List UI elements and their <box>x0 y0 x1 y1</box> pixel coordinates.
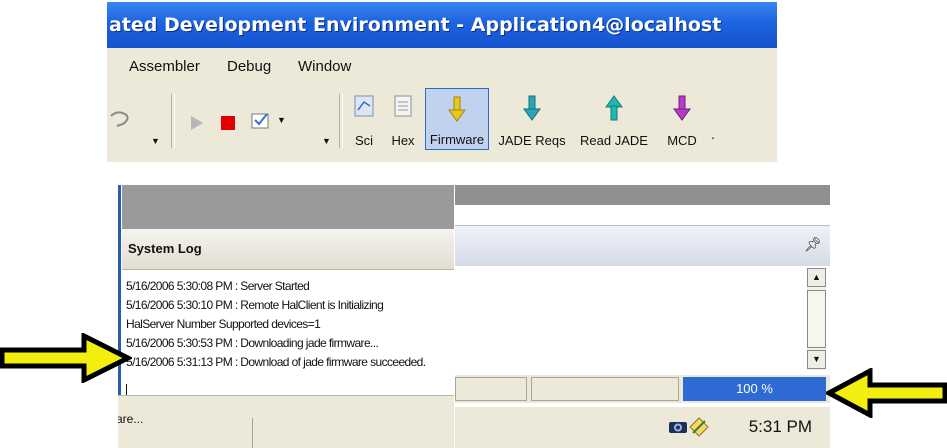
pin-icon[interactable]: 📌︎ <box>804 236 822 253</box>
status-text: vare... <box>118 412 144 426</box>
toolbar-overflow: . <box>711 126 715 142</box>
scroll-thumb[interactable] <box>807 290 826 348</box>
toolbar-separator <box>171 94 175 148</box>
jade-reqs-button[interactable]: JADE Reqs <box>495 88 569 150</box>
hex-button[interactable]: Hex <box>385 88 421 150</box>
progress-label: 100 % <box>736 381 773 396</box>
log-line: HalServer Number Supported devices=1 <box>126 317 321 331</box>
sci-icon <box>354 95 374 117</box>
chevron-down-icon[interactable]: ▼ <box>151 136 160 146</box>
chevron-down-icon[interactable]: ▼ <box>277 115 286 125</box>
tray-clock: 5:31 PM <box>748 417 812 436</box>
menu-bar: Assembler Debug Window <box>107 52 777 82</box>
menu-assembler[interactable]: Assembler <box>129 52 200 82</box>
system-log-text[interactable]: 5/16/2006 5:30:08 PM : Server Started 5/… <box>126 277 452 391</box>
log-line: 5/16/2006 5:30:08 PM : Server Started <box>126 279 310 293</box>
progress-strip: 100 % <box>455 375 830 403</box>
arrow-left-icon <box>826 368 947 418</box>
arrow-right-icon <box>0 333 132 383</box>
sci-label: Sci <box>354 133 374 148</box>
status-divider <box>252 418 253 448</box>
menu-debug[interactable]: Debug <box>227 52 271 82</box>
hex-label: Hex <box>391 133 415 148</box>
status-cell <box>531 377 679 401</box>
edit-tool-icon[interactable] <box>109 108 137 135</box>
mcd-label: MCD <box>667 133 697 148</box>
chevron-down-icon[interactable]: ▼ <box>322 136 331 146</box>
hex-icon <box>394 95 412 117</box>
toolbar-separator <box>339 94 343 148</box>
mcd-arrow-icon <box>673 95 691 121</box>
task-icon[interactable] <box>249 110 273 137</box>
status-cell <box>455 377 527 401</box>
read-jade-label: Read JADE <box>580 133 648 148</box>
system-tray: 5:31 PM <box>455 407 830 448</box>
mcd-button[interactable]: MCD <box>659 88 705 150</box>
jade-reqs-arrow-icon <box>523 95 541 121</box>
firmware-button[interactable]: Firmware <box>425 88 489 150</box>
system-log-panel: System Log 5/16/2006 5:30:08 PM : Server… <box>118 185 454 448</box>
tray-diamond-icon[interactable] <box>689 417 709 442</box>
jade-reqs-label: JADE Reqs <box>498 133 566 148</box>
panel-header-bar <box>122 185 454 229</box>
status-bar: vare... <box>118 395 454 448</box>
output-panel-header: 📌︎ <box>455 225 830 266</box>
system-log-header: System Log <box>122 229 454 270</box>
read-jade-button[interactable]: Read JADE <box>575 88 653 150</box>
system-log-title: System Log <box>128 241 202 256</box>
log-line: 5/16/2006 5:30:53 PM : Downloading jade … <box>126 336 379 350</box>
window-title: ated Development Environment - Applicati… <box>107 2 777 48</box>
play-icon[interactable] <box>189 114 205 137</box>
scroll-down-button[interactable]: ▼ <box>807 350 826 369</box>
tray-camera-icon[interactable] <box>668 419 688 440</box>
read-jade-arrow-icon <box>605 95 623 121</box>
scroll-up-button[interactable]: ▲ <box>807 268 826 287</box>
output-panel: 📌︎ ▲ ▼ 100 % 5:31 PM <box>455 185 830 448</box>
firmware-arrow-icon <box>448 96 466 122</box>
stop-icon[interactable] <box>219 114 237 137</box>
ide-window-crop: ated Development Environment - Applicati… <box>107 2 777 162</box>
log-line: 5/16/2006 5:30:10 PM : Remote HalClient … <box>126 298 384 312</box>
log-line: 5/16/2006 5:31:13 PM : Download of jade … <box>126 355 426 369</box>
progress-bar: 100 % <box>683 377 826 401</box>
menu-window[interactable]: Window <box>298 52 351 82</box>
panel-gap <box>455 205 830 225</box>
vertical-scrollbar[interactable]: ▲ ▼ <box>807 268 826 370</box>
sci-button[interactable]: Sci <box>347 88 381 150</box>
panel-header-bar <box>455 185 830 205</box>
firmware-label: Firmware <box>429 132 485 147</box>
